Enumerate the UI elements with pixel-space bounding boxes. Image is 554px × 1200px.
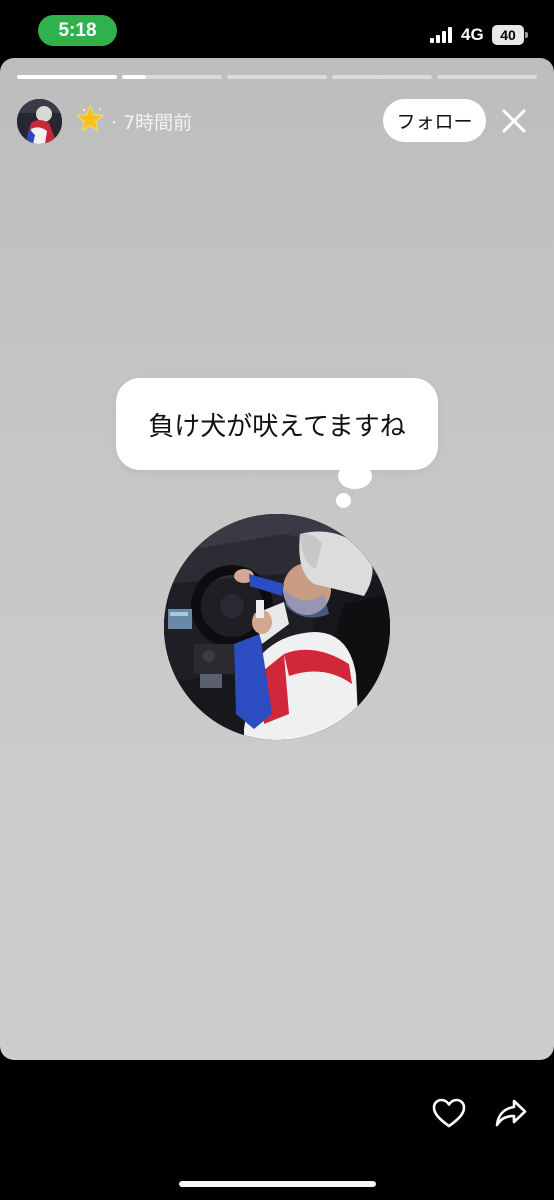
share-icon[interactable]	[494, 1096, 528, 1130]
star-icon	[75, 104, 105, 132]
progress-segment-4	[332, 75, 432, 79]
progress-segment-2	[122, 75, 222, 79]
status-time: 5:18	[38, 15, 117, 46]
circular-profile-photo	[164, 514, 390, 740]
follow-button[interactable]: フォロー	[383, 99, 486, 142]
close-icon[interactable]	[500, 107, 528, 135]
battery-icon: 40	[492, 25, 528, 45]
home-indicator[interactable]	[179, 1181, 376, 1187]
thought-bubble-text: 負け犬が吠えてますね	[148, 411, 406, 442]
thought-bubble: 負け犬が吠えてますね	[116, 378, 438, 470]
cellular-signal-icon	[430, 27, 452, 43]
story-timestamp: · 7時間前	[111, 112, 193, 134]
story-progress-bar	[17, 75, 537, 79]
thought-bubble-dot	[336, 493, 351, 508]
avatar[interactable]	[17, 99, 62, 144]
progress-segment-5	[437, 75, 537, 79]
battery-level: 40	[492, 25, 524, 45]
status-bar: 5:18 4G 40	[0, 0, 554, 58]
network-type: 4G	[461, 25, 484, 44]
story-card[interactable]: · 7時間前 フォロー 負け犬が吠えてますね	[0, 58, 554, 1060]
progress-segment-1	[17, 75, 117, 79]
thought-bubble-tail	[338, 463, 372, 489]
progress-segment-3	[227, 75, 327, 79]
heart-icon[interactable]	[431, 1095, 467, 1131]
